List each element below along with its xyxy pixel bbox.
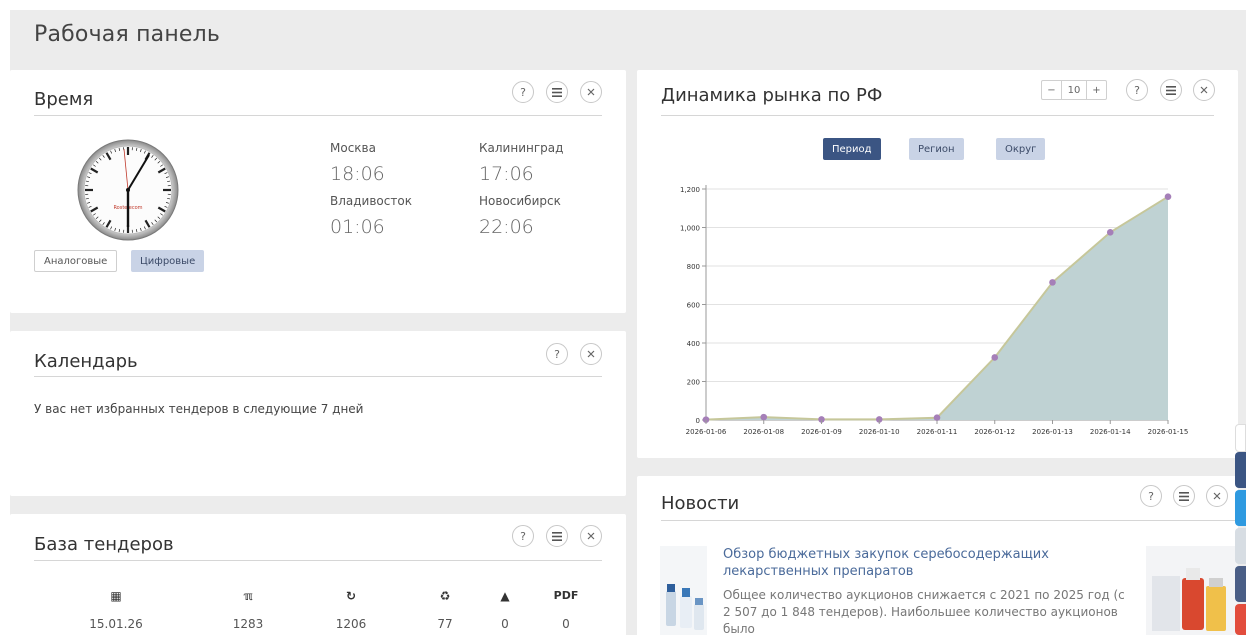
close-button[interactable]	[580, 343, 602, 365]
menu-button[interactable]	[546, 525, 568, 547]
help-button[interactable]: ?	[546, 343, 568, 365]
data-point	[760, 413, 768, 421]
side-telegram-tab[interactable]	[1235, 490, 1246, 526]
city-name: Калининград	[479, 141, 564, 155]
market-chart: 0 200 400 600 800 1,000 1,200 2026-01-06 2026-01…	[680, 185, 1189, 436]
side-chat-tab[interactable]	[1235, 528, 1246, 564]
page-title: Рабочая панель	[34, 22, 221, 47]
city-name: Новосибирск	[479, 194, 561, 208]
city-time: 17:06	[479, 163, 534, 185]
y-tick-label: 400	[687, 340, 700, 348]
menu-button[interactable]	[546, 81, 568, 103]
x-tick-label: 2026-01-08	[743, 428, 784, 436]
x-tick-label: 2026-01-15	[1148, 428, 1189, 436]
news-item-text: Общее количество аукционов снижается с 2…	[723, 588, 1125, 635]
stat-value: 15.01.26	[89, 617, 143, 631]
menu-button[interactable]	[1173, 485, 1195, 507]
stat-value: 0	[562, 617, 570, 631]
news-panel: Новости ? Обзор бюджетных закупок серебо…	[637, 476, 1238, 635]
market-panel: Динамика рынка по РФ − 10 + ? Период Рег…	[637, 70, 1238, 458]
y-tick-label: 800	[687, 263, 700, 271]
close-button[interactable]	[580, 81, 602, 103]
calendar-panel: Календарь ? У вас нет избранных тендеров…	[10, 331, 626, 496]
city-time: 01:06	[330, 216, 385, 238]
analog-clock: Rostelecom	[77, 139, 179, 241]
tenders-panel-title: База тендеров	[34, 534, 174, 555]
digital-button[interactable]: Цифровые	[131, 250, 205, 272]
close-button[interactable]	[1206, 485, 1228, 507]
data-point	[1049, 279, 1056, 286]
news-item-title[interactable]: Обзор бюджетных закупок серебосодержащих…	[723, 546, 1133, 580]
calendar-empty-message: У вас нет избранных тендеров в следующие…	[34, 402, 364, 416]
side-alert-tab[interactable]	[1235, 604, 1246, 635]
city-time: 22:06	[479, 216, 534, 238]
y-tick-label: 0	[696, 417, 700, 425]
city-name: Москва	[330, 141, 376, 155]
data-point	[1106, 229, 1114, 236]
x-tick-label: 2026-01-10	[859, 428, 900, 436]
close-icon	[587, 532, 595, 540]
y-tick-label: 1,200	[680, 186, 700, 194]
rss-icon: ℼ	[243, 589, 253, 603]
warning-icon: ▲	[500, 589, 510, 603]
stat-value: 1283	[232, 617, 264, 631]
data-point	[991, 354, 999, 361]
stat-value: 1206	[335, 617, 367, 631]
close-icon	[587, 350, 595, 358]
stat-value: 77	[437, 617, 453, 631]
x-tick-label: 2026-01-09	[801, 428, 842, 436]
side-expand-tab[interactable]	[1235, 424, 1246, 452]
y-tick-label: 1,000	[680, 225, 700, 233]
menu-icon	[552, 531, 562, 541]
x-tick-label: 2026-01-13	[1032, 428, 1073, 436]
time-panel-title: Время	[34, 89, 94, 110]
side-settings-tab[interactable]	[1235, 452, 1246, 488]
history-icon: ↻	[345, 589, 357, 603]
news-thumbnail-left[interactable]	[660, 546, 707, 635]
close-icon	[587, 88, 595, 96]
help-button[interactable]: ?	[1140, 485, 1162, 507]
stat-value: 0	[501, 617, 509, 631]
close-button[interactable]	[580, 525, 602, 547]
help-button[interactable]: ?	[512, 81, 534, 103]
calendar-icon: ▦	[110, 589, 122, 603]
news-panel-title: Новости	[661, 493, 740, 514]
city-time: 18:06	[330, 163, 385, 185]
y-tick-label: 200	[687, 379, 700, 387]
time-panel: Время ? Rostelecom Аналоговые Цифровые М…	[10, 70, 626, 313]
side-mail-tab[interactable]	[1235, 566, 1246, 602]
calendar-panel-title: Календарь	[34, 351, 138, 372]
x-tick-label: 2026-01-11	[917, 428, 958, 436]
x-tick-label: 2026-01-12	[974, 428, 1015, 436]
menu-icon	[1179, 491, 1189, 501]
news-thumbnail-right[interactable]	[1146, 546, 1238, 635]
y-tick-label: 600	[687, 302, 700, 310]
data-point	[1164, 193, 1172, 200]
pdf-icon: PDF	[553, 589, 579, 602]
analog-button[interactable]: Аналоговые	[34, 250, 118, 272]
menu-icon	[552, 87, 562, 97]
tenders-panel: База тендеров ? ▦ 15.01.26 ℼ 1283 ↻ 1206…	[10, 514, 626, 635]
recycle-icon: ♻	[439, 589, 451, 603]
x-tick-label: 2026-01-14	[1090, 428, 1131, 436]
area-fill	[706, 196, 1168, 420]
city-name: Владивосток	[330, 194, 412, 208]
x-tick-label: 2026-01-06	[686, 428, 727, 436]
close-icon	[1213, 492, 1221, 500]
help-button[interactable]: ?	[512, 525, 534, 547]
